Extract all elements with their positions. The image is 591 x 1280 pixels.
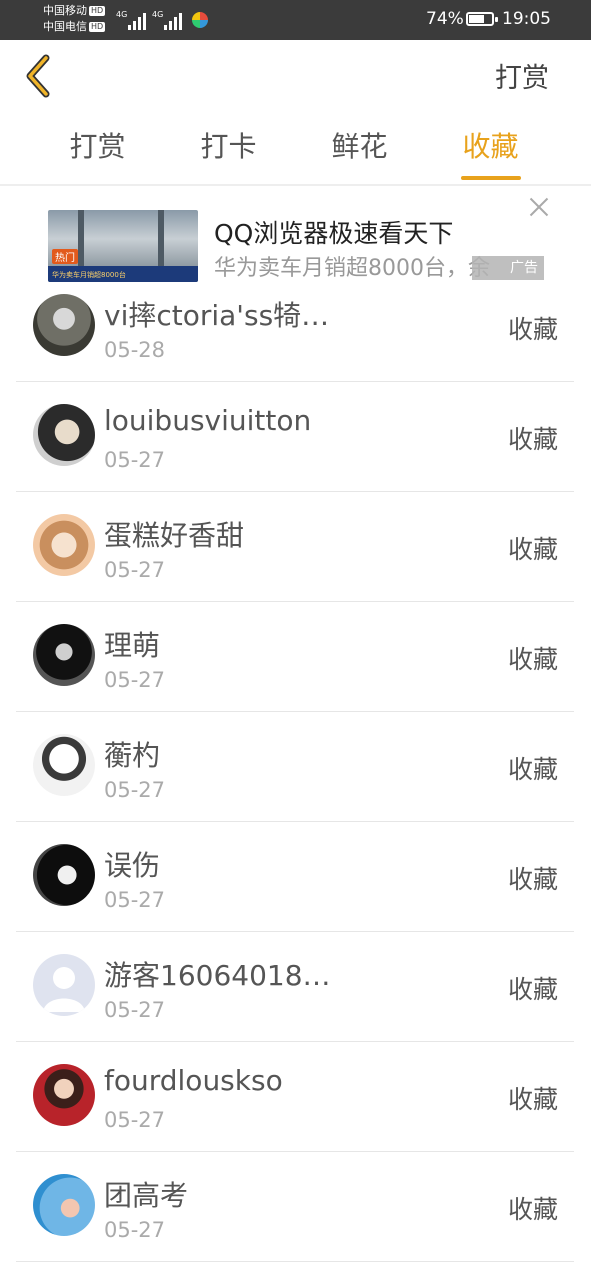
ad-title[interactable]: QQ浏览器极速看天下	[214, 214, 453, 250]
avatar[interactable]	[33, 1064, 95, 1126]
user-name: 团高考	[104, 1179, 189, 1212]
signal-icon: 4G	[152, 10, 182, 30]
user-name: 蛋糕好香甜	[104, 519, 245, 552]
action-label: 收藏	[507, 755, 558, 784]
list-item[interactable]: fourdlouskso 05-27 收藏	[16, 1042, 574, 1152]
network-type: 4G	[116, 10, 128, 19]
tab-flowers[interactable]: 鲜花	[294, 124, 425, 184]
action-label: 收藏	[507, 535, 558, 564]
date: 05-28	[104, 338, 166, 362]
list-item[interactable]: 蛋糕好香甜 05-27 收藏	[16, 492, 574, 602]
action-label: 收藏	[507, 865, 558, 894]
user-name: louibusviuitton	[104, 404, 312, 437]
hd-badge: HD	[89, 22, 106, 32]
list-item[interactable]: louibusviuitton 05-27 收藏	[16, 382, 574, 492]
user-name: 游客16064018…	[104, 959, 331, 992]
battery-icon	[466, 12, 498, 26]
avatar[interactable]	[33, 844, 95, 906]
chevron-left-icon	[26, 54, 50, 98]
user-name: 误伤	[104, 849, 161, 882]
page-title: 打赏	[495, 63, 549, 94]
action-label: 收藏	[507, 425, 558, 454]
avatar[interactable]	[33, 514, 95, 576]
avatar[interactable]	[33, 734, 95, 796]
list-item[interactable]: 蘅杓 05-27 收藏	[16, 712, 574, 822]
network-type: 4G	[152, 10, 164, 19]
favorites-list: vi摔ctoria'ss犄… 05-28 收藏 louibusviuitton …	[16, 272, 574, 1262]
list-item[interactable]: 理萌 05-27 收藏	[16, 602, 574, 712]
carrier-1: 中国移动	[43, 4, 87, 17]
date: 05-27	[104, 1108, 166, 1132]
carrier-info: 中国移动 HD 中国电信 HD	[43, 3, 106, 35]
action-label: 收藏	[507, 975, 558, 1004]
avatar[interactable]	[33, 404, 95, 466]
avatar[interactable]	[33, 294, 95, 356]
carrier-2: 中国电信	[43, 20, 87, 33]
date: 05-27	[104, 558, 166, 582]
user-name: 理萌	[104, 629, 161, 662]
signal-icon: 4G	[116, 10, 146, 30]
app-notification-icon	[192, 12, 208, 28]
user-name: vi摔ctoria'ss犄…	[104, 299, 330, 332]
avatar[interactable]	[33, 954, 95, 1016]
action-label: 收藏	[507, 1195, 558, 1224]
close-icon[interactable]	[524, 192, 554, 222]
date: 05-27	[104, 888, 166, 912]
action-label: 收藏	[507, 1085, 558, 1114]
date: 05-27	[104, 1218, 166, 1242]
date: 05-27	[104, 668, 166, 692]
ad-banner[interactable]: 热门 华为卖车月销超8000台 QQ浏览器极速看天下 华为卖车月销超8000台，…	[0, 186, 591, 286]
hd-badge: HD	[89, 6, 106, 16]
date: 05-27	[104, 998, 166, 1022]
date: 05-27	[104, 448, 166, 472]
list-item[interactable]: 误伤 05-27 收藏	[16, 822, 574, 932]
date: 05-27	[104, 778, 166, 802]
tab-bar: 打赏 打卡 鲜花 收藏	[32, 124, 556, 184]
battery-percentage: 74%	[426, 9, 464, 29]
avatar[interactable]	[33, 1174, 95, 1236]
user-name: fourdlouskso	[104, 1064, 283, 1097]
action-label: 收藏	[507, 315, 558, 344]
status-bar: 中国移动 HD 中国电信 HD 4G 4G 74% 19:05	[0, 0, 591, 40]
ad-hot-badge: 热门	[52, 249, 78, 264]
tab-favorites[interactable]: 收藏	[425, 124, 556, 184]
tab-reward[interactable]: 打赏	[32, 124, 163, 184]
default-avatar-icon	[43, 967, 85, 1012]
action-label: 收藏	[507, 645, 558, 674]
user-name: 蘅杓	[104, 739, 161, 772]
list-item[interactable]: vi摔ctoria'ss犄… 05-28 收藏	[16, 272, 574, 382]
avatar[interactable]	[33, 624, 95, 686]
back-button[interactable]	[20, 52, 60, 100]
signal-indicators: 4G 4G	[116, 8, 208, 30]
list-item[interactable]: 团高考 05-27 收藏	[16, 1152, 574, 1262]
list-item[interactable]: 游客16064018… 05-27 收藏	[16, 932, 574, 1042]
clock: 19:05	[502, 9, 551, 29]
tab-checkin[interactable]: 打卡	[163, 124, 294, 184]
